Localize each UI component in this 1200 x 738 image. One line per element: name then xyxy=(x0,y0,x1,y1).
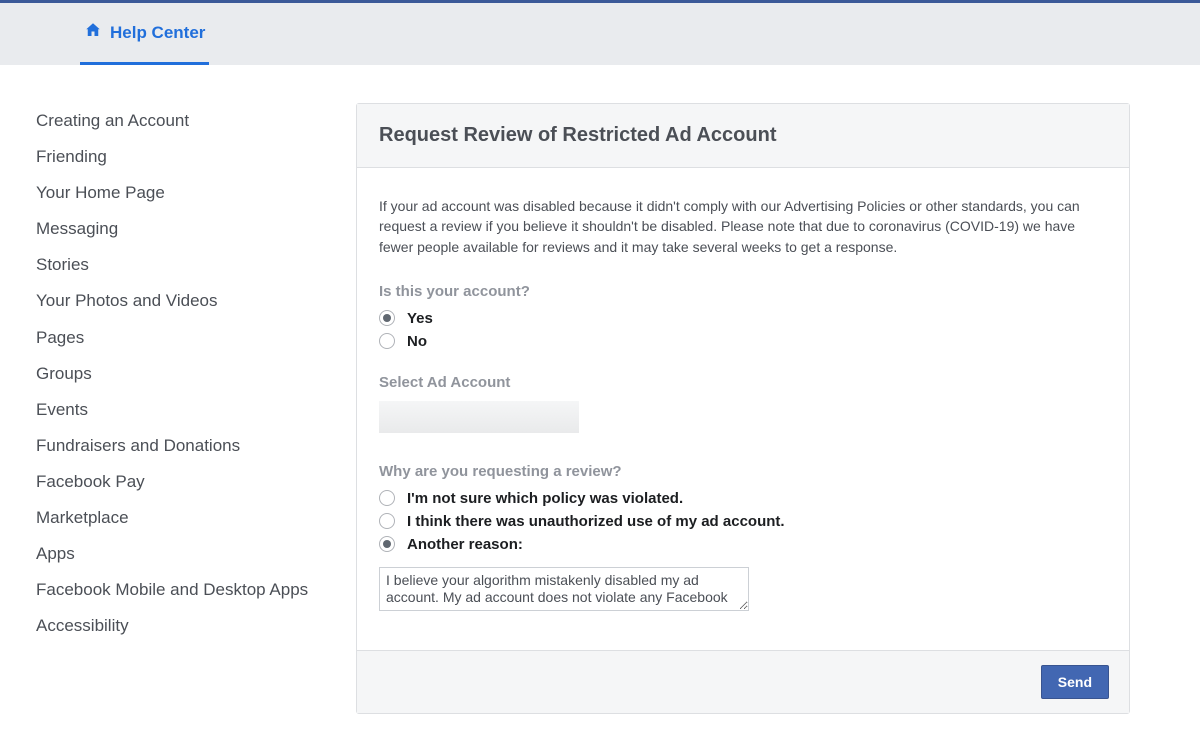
sidebar-item[interactable]: Stories xyxy=(36,254,316,276)
home-icon xyxy=(84,21,102,44)
help-center-tab-label: Help Center xyxy=(110,23,205,43)
radio-row-unauthorized[interactable]: I think there was unauthorized use of my… xyxy=(379,513,1107,530)
account-selector[interactable] xyxy=(379,401,579,433)
radio-label: I'm not sure which policy was violated. xyxy=(407,490,683,507)
radio-icon xyxy=(379,310,395,326)
sidebar-item[interactable]: Groups xyxy=(36,363,316,385)
sidebar-item[interactable]: Facebook Pay xyxy=(36,471,316,493)
sidebar-item[interactable]: Events xyxy=(36,399,316,421)
radio-label: Yes xyxy=(407,310,433,327)
main-layout: Creating an Account Friending Your Home … xyxy=(0,65,1200,738)
select-account-label: Select Ad Account xyxy=(379,374,1107,391)
intro-text: If your ad account was disabled because … xyxy=(379,196,1107,257)
send-button[interactable]: Send xyxy=(1041,665,1109,699)
card-footer: Send xyxy=(357,650,1129,713)
radio-icon xyxy=(379,333,395,349)
sidebar-item[interactable]: Messaging xyxy=(36,218,316,240)
sidebar-item[interactable]: Fundraisers and Donations xyxy=(36,435,316,457)
sidebar-item[interactable]: Apps xyxy=(36,543,316,565)
radio-icon xyxy=(379,536,395,552)
sidebar-item[interactable]: Pages xyxy=(36,327,316,349)
reason-textarea[interactable] xyxy=(379,567,749,611)
sidebar-item[interactable]: Creating an Account xyxy=(36,110,316,132)
sidebar-item[interactable]: Your Home Page xyxy=(36,182,316,204)
help-center-tab[interactable]: Help Center xyxy=(80,21,209,65)
sidebar-item[interactable]: Facebook Mobile and Desktop Apps xyxy=(36,579,316,601)
q1-label: Is this your account? xyxy=(379,283,1107,300)
radio-label: I think there was unauthorized use of my… xyxy=(407,513,785,530)
sidebar-item[interactable]: Marketplace xyxy=(36,507,316,529)
radio-icon xyxy=(379,490,395,506)
sidebar-item[interactable]: Friending xyxy=(36,146,316,168)
radio-row-policy[interactable]: I'm not sure which policy was violated. xyxy=(379,490,1107,507)
radio-row-yes[interactable]: Yes xyxy=(379,310,1107,327)
header: Help Center xyxy=(0,3,1200,65)
card-body: If your ad account was disabled because … xyxy=(357,168,1129,634)
radio-icon xyxy=(379,513,395,529)
page-title: Request Review of Restricted Ad Account xyxy=(357,104,1129,168)
form-card: Request Review of Restricted Ad Account … xyxy=(356,103,1130,714)
sidebar-item[interactable]: Your Photos and Videos xyxy=(36,290,316,312)
sidebar: Creating an Account Friending Your Home … xyxy=(36,103,316,644)
radio-label: No xyxy=(407,333,427,350)
radio-label: Another reason: xyxy=(407,536,523,553)
sidebar-item[interactable]: Accessibility xyxy=(36,615,316,637)
radio-row-no[interactable]: No xyxy=(379,333,1107,350)
radio-row-another[interactable]: Another reason: xyxy=(379,536,1107,553)
q2-label: Why are you requesting a review? xyxy=(379,463,1107,480)
